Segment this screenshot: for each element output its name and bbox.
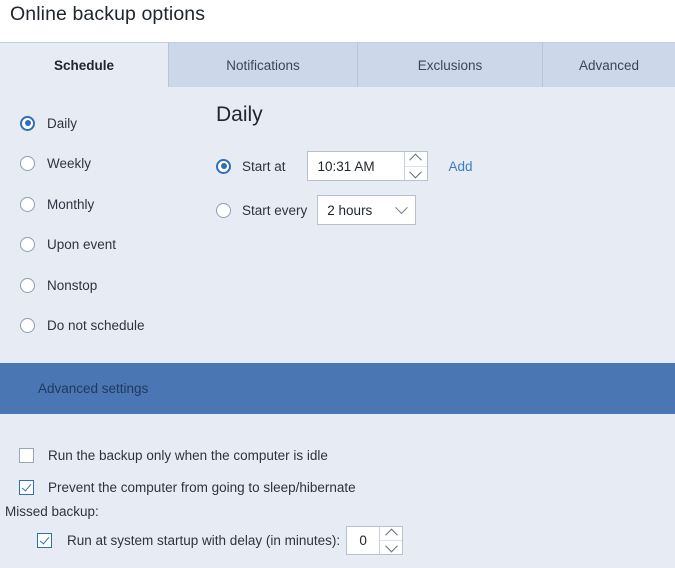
- schedule-panel: Daily Weekly Monthly Upon event Nonstop …: [0, 87, 675, 363]
- startup-delay-input[interactable]: 0: [346, 526, 404, 555]
- tab-exclusions-label: Exclusions: [417, 57, 483, 73]
- radio-icon-upon-event[interactable]: [20, 237, 35, 252]
- radio-icon-weekly[interactable]: [20, 156, 35, 171]
- tab-schedule-label: Schedule: [53, 58, 115, 73]
- checkbox-label-prevent-sleep: Prevent the computer from going to sleep…: [48, 480, 356, 495]
- advanced-settings-label: Advanced settings: [38, 381, 149, 396]
- start-at-row: Start at 10:31 AM Add: [216, 151, 473, 181]
- start-time-input[interactable]: 10:31 AM: [306, 151, 428, 181]
- radio-option-daily[interactable]: Daily: [20, 113, 145, 133]
- radio-label-weekly: Weekly: [47, 156, 92, 171]
- checkbox-icon-prevent-sleep[interactable]: [19, 480, 34, 495]
- checkbox-row-run-idle[interactable]: Run the backup only when the computer is…: [19, 448, 328, 463]
- title-bar: Online backup options: [0, 0, 675, 42]
- radio-label-nonstop: Nonstop: [47, 277, 98, 293]
- add-schedule-link[interactable]: Add: [449, 159, 473, 174]
- chevron-down-icon: [395, 200, 409, 214]
- spinner-up-button-delay[interactable]: [380, 527, 402, 542]
- tab-advanced-label: Advanced: [578, 57, 640, 73]
- checkbox-label-run-idle: Run the backup only when the computer is…: [48, 448, 328, 463]
- start-every-label: Start every: [242, 202, 308, 218]
- radio-option-weekly[interactable]: Weekly: [20, 154, 145, 174]
- interval-select-value: 2 hours: [327, 202, 373, 218]
- radio-icon-daily[interactable]: [20, 115, 35, 131]
- advanced-settings-header[interactable]: Advanced settings: [0, 363, 675, 414]
- chevron-down-icon: [409, 165, 422, 179]
- start-time-value: 10:31 AM: [317, 158, 375, 174]
- tab-exclusions[interactable]: Exclusions: [357, 43, 542, 88]
- page-title: Online backup options: [10, 3, 206, 25]
- spinner-down-button-delay[interactable]: [380, 539, 403, 554]
- tab-bar: Schedule Notifications Exclusions Advanc…: [0, 42, 675, 88]
- start-every-row: Start every 2 hours: [216, 195, 473, 225]
- radio-option-upon-event[interactable]: Upon event: [20, 235, 145, 255]
- start-at-label: Start at: [242, 158, 286, 174]
- radio-option-monthly[interactable]: Monthly: [20, 194, 145, 214]
- radio-option-nonstop[interactable]: Nonstop: [20, 275, 145, 295]
- startup-delay-spinner: [379, 527, 403, 554]
- checkbox-label-run-at-startup: Run at system startup with delay (in min…: [67, 533, 341, 548]
- online-backup-options-window: Online backup options Schedule Notificat…: [0, 0, 675, 568]
- tab-advanced[interactable]: Advanced: [542, 43, 675, 88]
- daily-settings-panel: Daily Start at 10:31 AM Add Start every: [216, 103, 473, 239]
- radio-label-do-not-schedule: Do not schedule: [47, 318, 145, 333]
- panel-heading: Daily: [216, 103, 263, 126]
- checkbox-icon-run-at-startup[interactable]: [37, 533, 52, 548]
- radio-label-daily: Daily: [47, 115, 78, 131]
- radio-icon-start-at[interactable]: [216, 158, 231, 174]
- tab-schedule[interactable]: Schedule: [0, 43, 168, 88]
- radio-icon-monthly[interactable]: [20, 196, 35, 212]
- radio-icon-start-every[interactable]: [216, 202, 231, 218]
- radio-label-upon-event: Upon event: [47, 237, 117, 252]
- radio-option-do-not-schedule[interactable]: Do not schedule: [20, 316, 145, 336]
- checkbox-icon-run-idle[interactable]: [19, 448, 34, 463]
- chevron-down-icon: [384, 539, 398, 553]
- tab-notifications-label: Notifications: [226, 57, 300, 73]
- spinner-up-button-time[interactable]: [405, 152, 427, 167]
- tab-notifications[interactable]: Notifications: [168, 43, 357, 88]
- radio-icon-do-not-schedule[interactable]: [20, 318, 35, 333]
- startup-delay-value: 0: [359, 533, 367, 548]
- advanced-settings-body: Run the backup only when the computer is…: [0, 414, 675, 568]
- radio-label-monthly: Monthly: [47, 196, 95, 212]
- checkbox-row-prevent-sleep[interactable]: Prevent the computer from going to sleep…: [19, 480, 356, 495]
- start-time-spinner: [403, 152, 427, 181]
- missed-backup-label: Missed backup:: [5, 504, 99, 519]
- interval-select[interactable]: 2 hours: [317, 195, 417, 225]
- frequency-radio-group: Daily Weekly Monthly Upon event Nonstop …: [20, 113, 145, 356]
- spinner-down-button-time[interactable]: [404, 165, 427, 181]
- checkbox-row-run-at-startup[interactable]: Run at system startup with delay (in min…: [37, 526, 404, 555]
- radio-icon-nonstop[interactable]: [20, 277, 35, 293]
